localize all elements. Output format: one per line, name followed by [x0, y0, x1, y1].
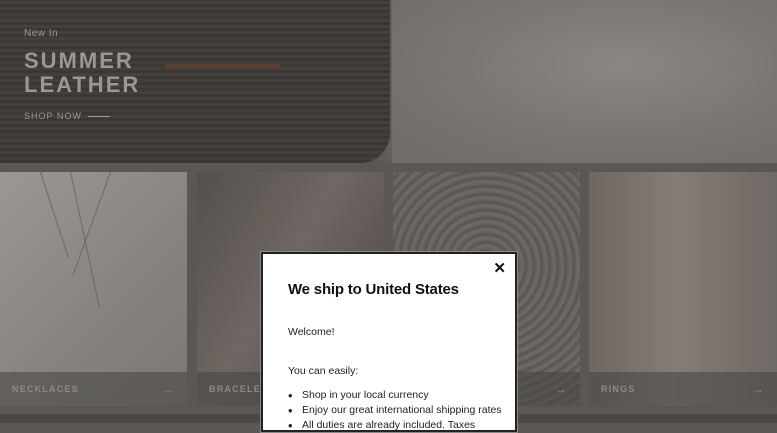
necklace-chain-graphic	[72, 172, 111, 276]
category-tile-bar: NECKLACES →	[0, 372, 187, 406]
hero-text: New In SUMMER LEATHER SHOP NOW	[24, 28, 140, 121]
modal-benefits-list: Shop in your local currency Enjoy our gr…	[288, 388, 502, 433]
shipping-modal: ✕ We ship to United States Welcome! You …	[261, 252, 517, 433]
arrow-right-icon	[87, 115, 110, 117]
hero-banner[interactable]: New In SUMMER LEATHER SHOP NOW	[0, 0, 777, 163]
hero-image-background	[392, 0, 777, 163]
necklace-chain-graphic	[40, 172, 69, 258]
list-item: Enjoy our great international shipping r…	[288, 403, 502, 418]
category-tile-bar: RINGS →	[589, 372, 777, 406]
arrow-right-icon: →	[161, 382, 175, 396]
modal-welcome-text: Welcome!	[288, 326, 335, 338]
hero-title-line1: SUMMER	[24, 48, 134, 73]
hero-title-line2: LEATHER	[24, 72, 141, 97]
list-item: Shop in your local currency	[288, 388, 502, 403]
modal-title: We ship to United States	[288, 281, 459, 298]
close-icon[interactable]: ✕	[493, 259, 506, 277]
hero-shop-link-label: SHOP NOW	[24, 111, 82, 121]
category-label: NECKLACES	[12, 384, 79, 394]
arrow-right-icon: →	[751, 382, 765, 396]
category-tile-rings[interactable]: RINGS →	[589, 172, 777, 406]
hero-kicker: New In	[24, 28, 59, 39]
arrow-right-icon: →	[554, 382, 568, 396]
hero-image-bag	[165, 0, 280, 68]
modal-intro-text: You can easily:	[288, 365, 359, 377]
category-label: RINGS	[601, 384, 636, 394]
category-tile-necklaces[interactable]: NECKLACES →	[0, 172, 187, 406]
list-item: All duties are already included. Taxes	[288, 418, 502, 433]
hero-shop-link[interactable]: SHOP NOW	[24, 111, 140, 121]
